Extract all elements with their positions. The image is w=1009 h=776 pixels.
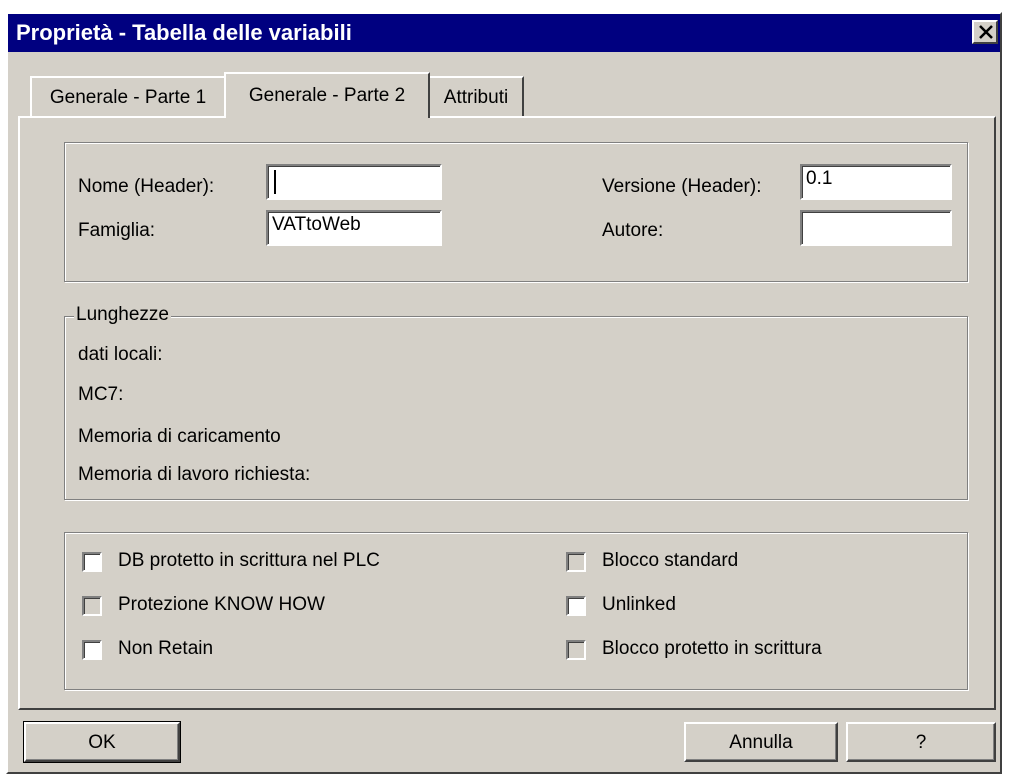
non-retain-label: Non Retain: [118, 638, 214, 659]
window-title: Proprietà - Tabella delle variabili: [16, 20, 352, 45]
tab-generale-parte-2[interactable]: Generale - Parte 2: [224, 72, 430, 118]
text-caret: [274, 170, 276, 194]
famiglia-value: VATtoWeb: [272, 214, 361, 235]
close-icon: [979, 25, 993, 39]
ok-button[interactable]: OK: [23, 721, 181, 763]
tab-label: Attributi: [443, 87, 509, 108]
autore-label: Autore:: [602, 220, 664, 241]
famiglia-label: Famiglia:: [78, 220, 156, 241]
cancel-label: Annulla: [729, 732, 793, 753]
protezione-know-how-checkbox[interactable]: [82, 596, 102, 616]
autore-field[interactable]: [800, 210, 952, 246]
nome-field[interactable]: [266, 164, 442, 200]
blocco-protetto-label: Blocco protetto in scrittura: [602, 638, 822, 659]
versione-value: 0.1: [806, 168, 833, 189]
non-retain-checkbox[interactable]: [82, 640, 102, 660]
mc7-label: MC7:: [78, 384, 124, 405]
tab-generale-parte-1[interactable]: Generale - Parte 1: [30, 76, 226, 116]
db-protetto-checkbox[interactable]: [82, 552, 102, 572]
memoria-lavoro-label: Memoria di lavoro richiesta:: [78, 464, 311, 485]
tab-panel: Nome (Header): Famiglia: VATtoWeb Versio…: [18, 116, 996, 710]
dati-locali-label: dati locali:: [78, 344, 163, 365]
famiglia-field[interactable]: VATtoWeb: [266, 210, 442, 246]
close-button[interactable]: [972, 20, 998, 44]
nome-label: Nome (Header):: [78, 176, 215, 197]
tab-attributi[interactable]: Attributi: [428, 76, 524, 116]
ok-label: OK: [88, 732, 116, 753]
unlinked-checkbox[interactable]: [566, 596, 586, 616]
lengths-group-title: Lunghezze: [74, 304, 171, 326]
protezione-know-how-label: Protezione KNOW HOW: [118, 594, 325, 615]
help-label: ?: [915, 732, 927, 753]
db-protetto-label: DB protetto in scrittura nel PLC: [118, 550, 380, 571]
blocco-standard-checkbox[interactable]: [566, 552, 586, 572]
tab-label: Generale - Parte 1: [49, 87, 207, 108]
blocco-standard-label: Blocco standard: [602, 550, 739, 571]
title-bar[interactable]: Proprietà - Tabella delle variabili: [8, 14, 1000, 52]
properties-dialog: Proprietà - Tabella delle variabili Gene…: [6, 12, 1002, 774]
memoria-caricamento-label: Memoria di caricamento: [78, 426, 281, 447]
cancel-button[interactable]: Annulla: [684, 722, 838, 762]
unlinked-label: Unlinked: [602, 594, 676, 615]
versione-label: Versione (Header):: [602, 176, 762, 197]
help-button[interactable]: ?: [846, 722, 996, 762]
tab-label: Generale - Parte 2: [248, 85, 406, 106]
versione-field[interactable]: 0.1: [800, 164, 952, 200]
blocco-protetto-checkbox[interactable]: [566, 640, 586, 660]
